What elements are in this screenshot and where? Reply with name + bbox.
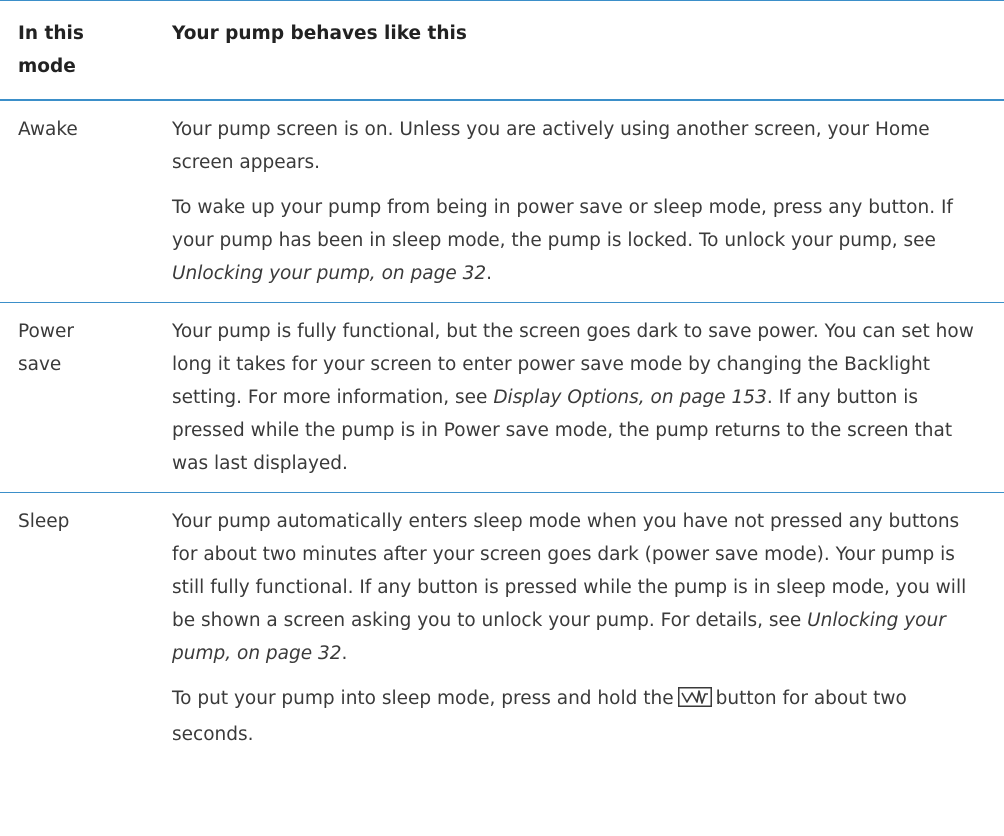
header-behavior-column: Your pump behaves like this [172, 23, 467, 44]
paragraph-text: To put your pump into sleep mode, press … [172, 688, 674, 709]
mode-cell-sleep: Sleep [18, 511, 70, 532]
paragraph: Your pump screen is on. Unless you are a… [172, 119, 930, 173]
page: In this mode Your pump behaves like this… [0, 0, 1004, 836]
mode-cell-power-save: Power save [0, 303, 150, 493]
pump-modes-table: In this mode Your pump behaves like this… [0, 0, 1004, 763]
table-row-awake: Awake Your pump screen is on. Unless you… [0, 100, 1004, 303]
paragraph: Your pump automatically enters sleep mod… [172, 505, 976, 670]
mode-label-line1: Power [18, 321, 74, 342]
table-row-sleep: Sleep Your pump automatically enters sle… [0, 493, 1004, 764]
cross-reference-link[interactable]: Unlocking your pump, on page 32 [172, 263, 486, 284]
paragraph: Your pump is fully functional, but the s… [172, 315, 976, 480]
table-header-row: In this mode Your pump behaves like this [0, 0, 1004, 101]
header-mode-line1: In this [18, 23, 84, 44]
cross-reference-link[interactable]: Display Options, on page 153 [493, 387, 767, 408]
paragraph-text: . [341, 643, 348, 664]
paragraph: To put your pump into sleep mode, press … [172, 682, 976, 751]
header-mode-column: In this mode [0, 1, 150, 101]
paragraph-text: . [486, 263, 493, 284]
paragraph: To wake up your pump from being in power… [172, 191, 976, 290]
description-cell-sleep: Your pump automatically enters sleep mod… [150, 493, 1004, 764]
activity-button-icon [677, 685, 712, 718]
mode-cell-awake: Awake [18, 119, 78, 140]
description-cell-power-save: Your pump is fully functional, but the s… [150, 303, 1004, 493]
header-mode-line2: mode [18, 56, 76, 77]
description-cell-awake: Your pump screen is on. Unless you are a… [150, 100, 1004, 303]
mode-label-line2: save [18, 354, 62, 375]
paragraph-text: To wake up your pump from being in power… [172, 197, 953, 251]
table-row-power-save: Power save Your pump is fully functional… [0, 303, 1004, 493]
